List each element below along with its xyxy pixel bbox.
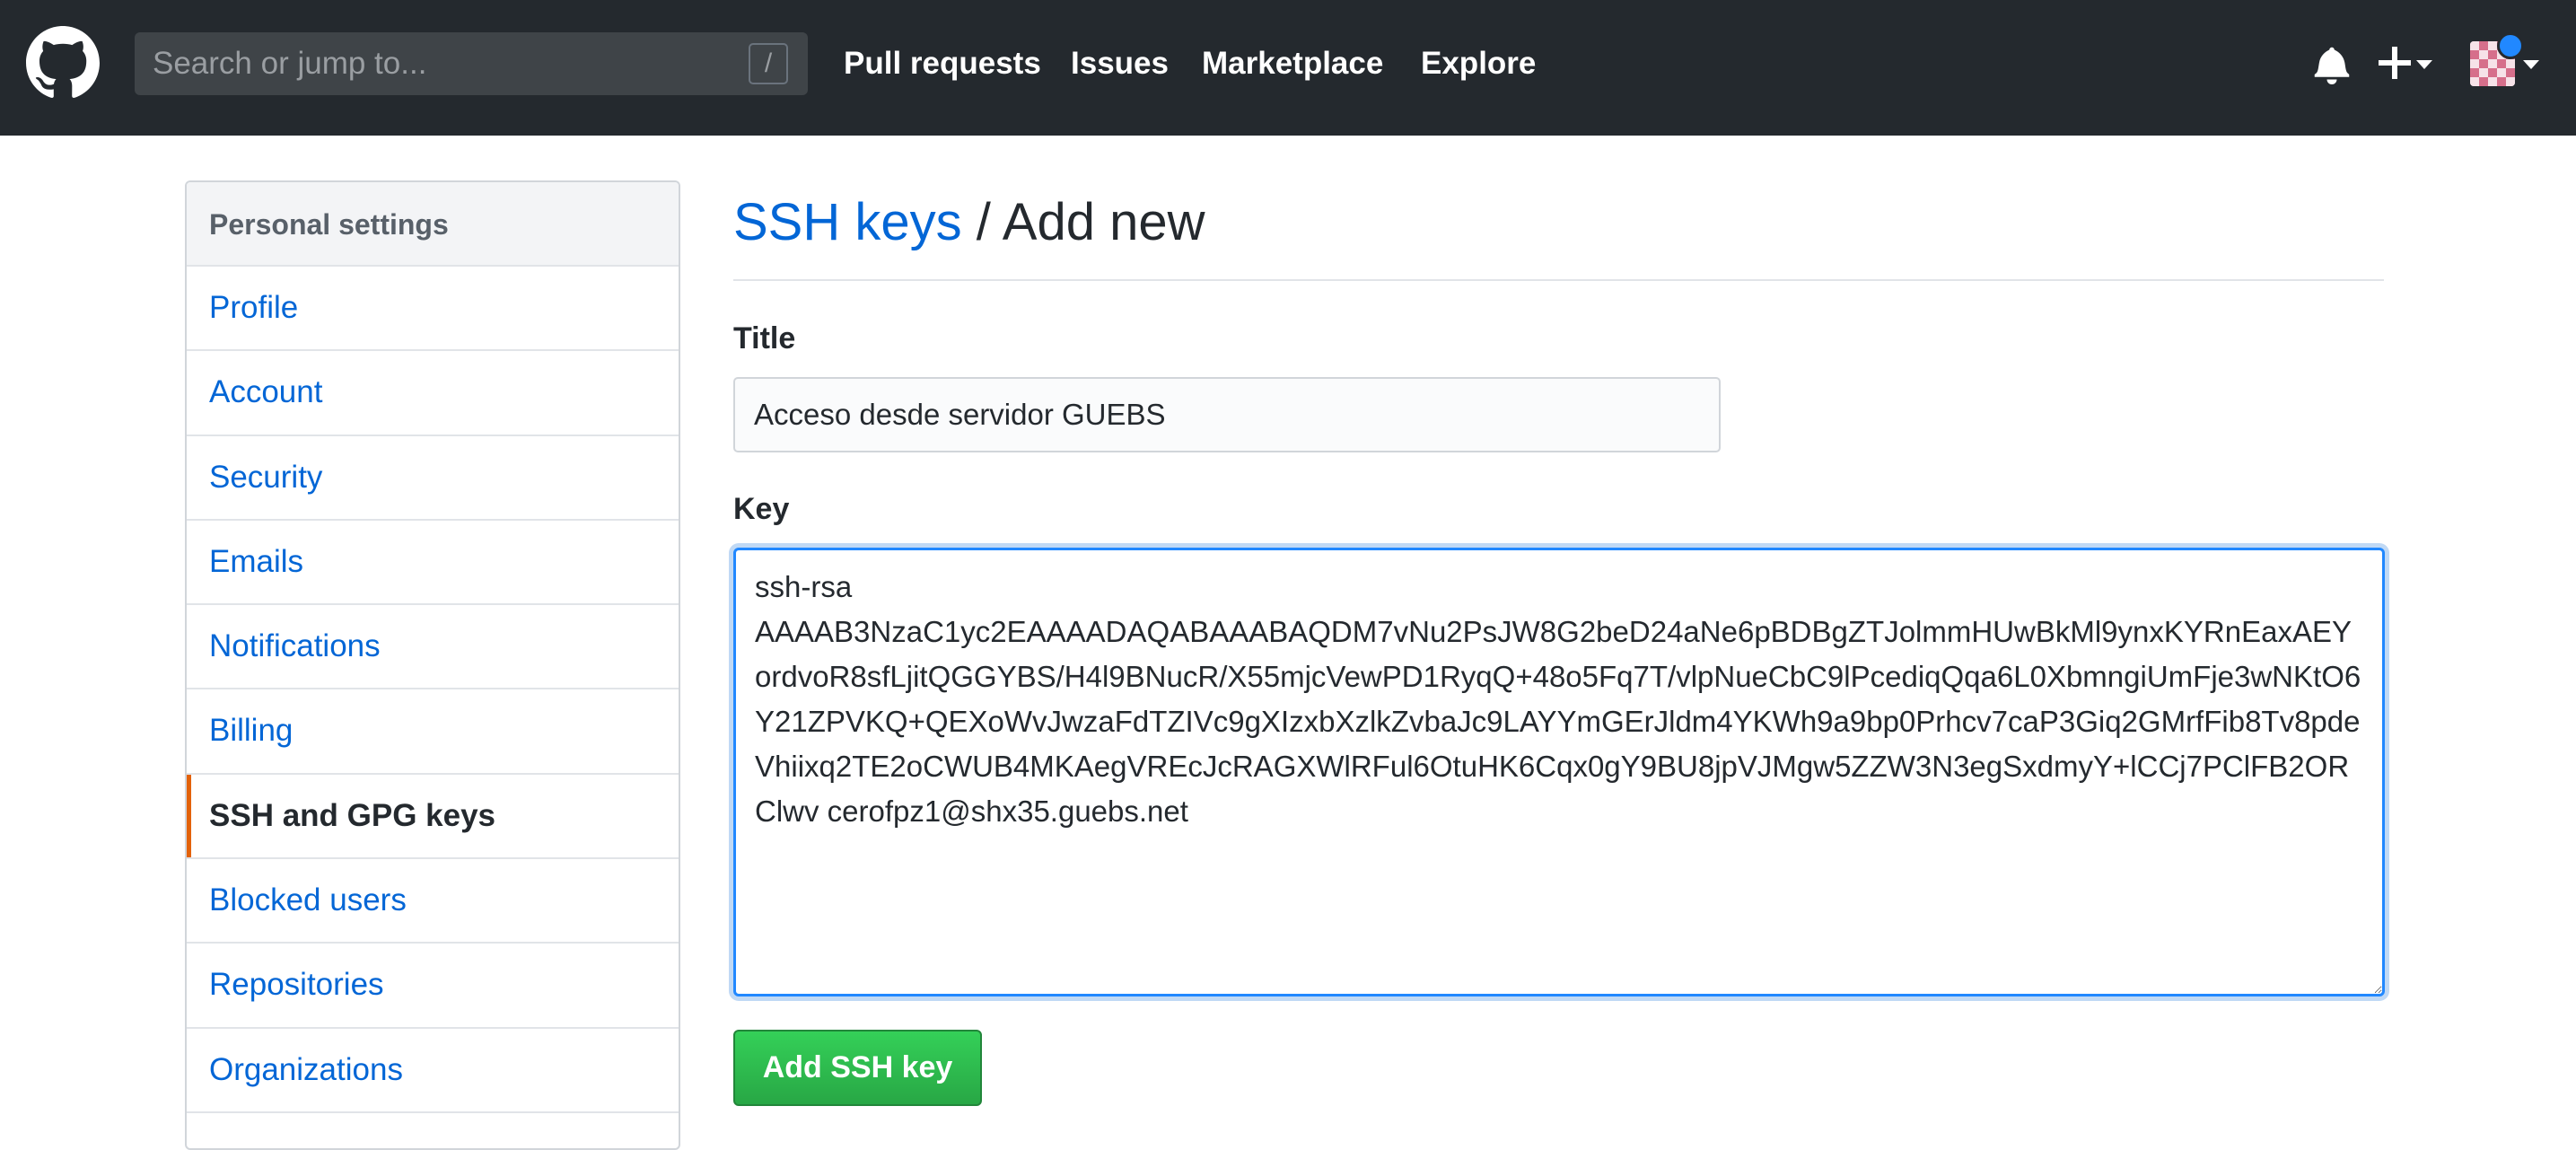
- add-ssh-key-button[interactable]: Add SSH key: [733, 1030, 982, 1106]
- github-logo-icon[interactable]: [26, 26, 100, 100]
- sidebar-item-emails[interactable]: Emails: [187, 521, 679, 606]
- nav-pull-requests[interactable]: Pull requests: [844, 0, 1041, 127]
- top-header: Search or jump to... / Pull requests Iss…: [0, 0, 2576, 136]
- plus-dropdown-caret-icon[interactable]: [2416, 60, 2432, 69]
- breadcrumb-current: Add new: [1002, 193, 1205, 251]
- page-title: SSH keys / Add new: [733, 187, 1205, 259]
- sidebar-item-billing[interactable]: Billing: [187, 689, 679, 775]
- bell-icon[interactable]: [2314, 45, 2350, 84]
- sidebar-item-blocked-users[interactable]: Blocked users: [187, 859, 679, 944]
- notification-dot-icon: [2497, 32, 2524, 59]
- key-textarea[interactable]: ssh-rsa AAAAB3NzaC1yc2EAAAADAQABAAABAQDM…: [733, 548, 2385, 996]
- title-label: Title: [733, 321, 796, 356]
- sidebar-item-account[interactable]: Account: [187, 351, 679, 436]
- sidebar-item-ssh-gpg-keys[interactable]: SSH and GPG keys: [187, 774, 679, 860]
- breadcrumb-separator: /: [961, 193, 1003, 251]
- search-shortcut-key: /: [749, 43, 788, 84]
- key-label: Key: [733, 492, 790, 526]
- search-placeholder: Search or jump to...: [153, 46, 427, 81]
- nav-issues[interactable]: Issues: [1071, 0, 1169, 127]
- sidebar-item-profile[interactable]: Profile: [187, 267, 679, 352]
- settings-sidebar: Personal settings Profile Account Securi…: [185, 180, 680, 1150]
- avatar-dropdown-caret-icon[interactable]: [2523, 60, 2539, 69]
- breadcrumb-ssh-keys-link[interactable]: SSH keys: [733, 193, 962, 251]
- nav-explore[interactable]: Explore: [1421, 0, 1536, 127]
- sidebar-item-security[interactable]: Security: [187, 436, 679, 521]
- search-input[interactable]: Search or jump to... /: [135, 32, 808, 95]
- sidebar-item-repositories[interactable]: Repositories: [187, 944, 679, 1029]
- nav-marketplace[interactable]: Marketplace: [1202, 0, 1383, 127]
- sidebar-heading: Personal settings: [187, 182, 679, 267]
- sidebar-item-organizations[interactable]: Organizations: [187, 1029, 679, 1113]
- sidebar-item-notifications[interactable]: Notifications: [187, 605, 679, 690]
- plus-icon[interactable]: [2379, 47, 2411, 79]
- title-divider: [733, 279, 2384, 281]
- title-field[interactable]: [733, 377, 1721, 452]
